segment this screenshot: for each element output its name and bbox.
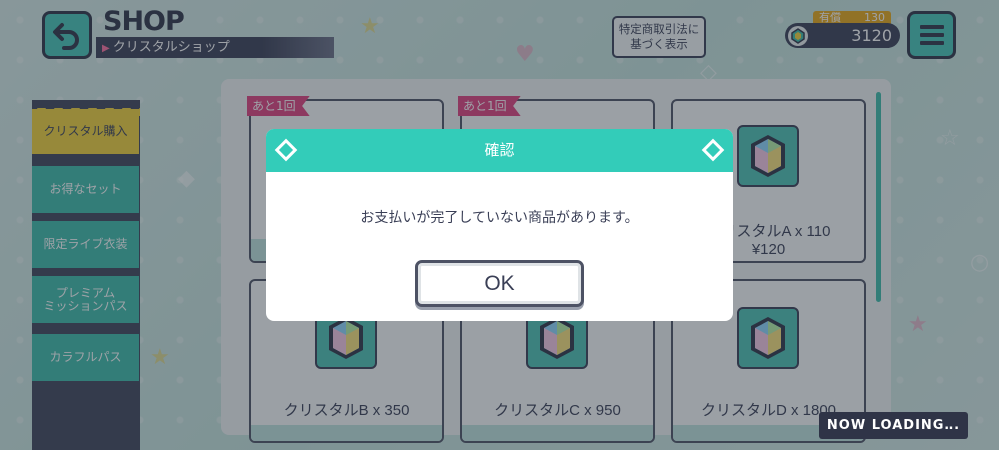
diamond-icon — [274, 138, 298, 162]
dialog-title: 確認 — [484, 141, 515, 159]
shop-screen: ★ ◆ ♥ ☆ ★ ★ ○ ◇ SHOP ▶ クリスタルショップ 特定商取引法に … — [0, 0, 999, 450]
dialog-message: お支払いが完了していない商品があります。 — [360, 210, 639, 226]
diamond-icon — [701, 138, 725, 162]
confirm-dialog: 確認 お支払いが完了していない商品があります。 OK — [266, 129, 733, 321]
dialog-header: 確認 — [266, 129, 733, 172]
ok-button[interactable]: OK — [415, 260, 584, 307]
loading-indicator: NOW LOADING‥. — [819, 412, 968, 439]
